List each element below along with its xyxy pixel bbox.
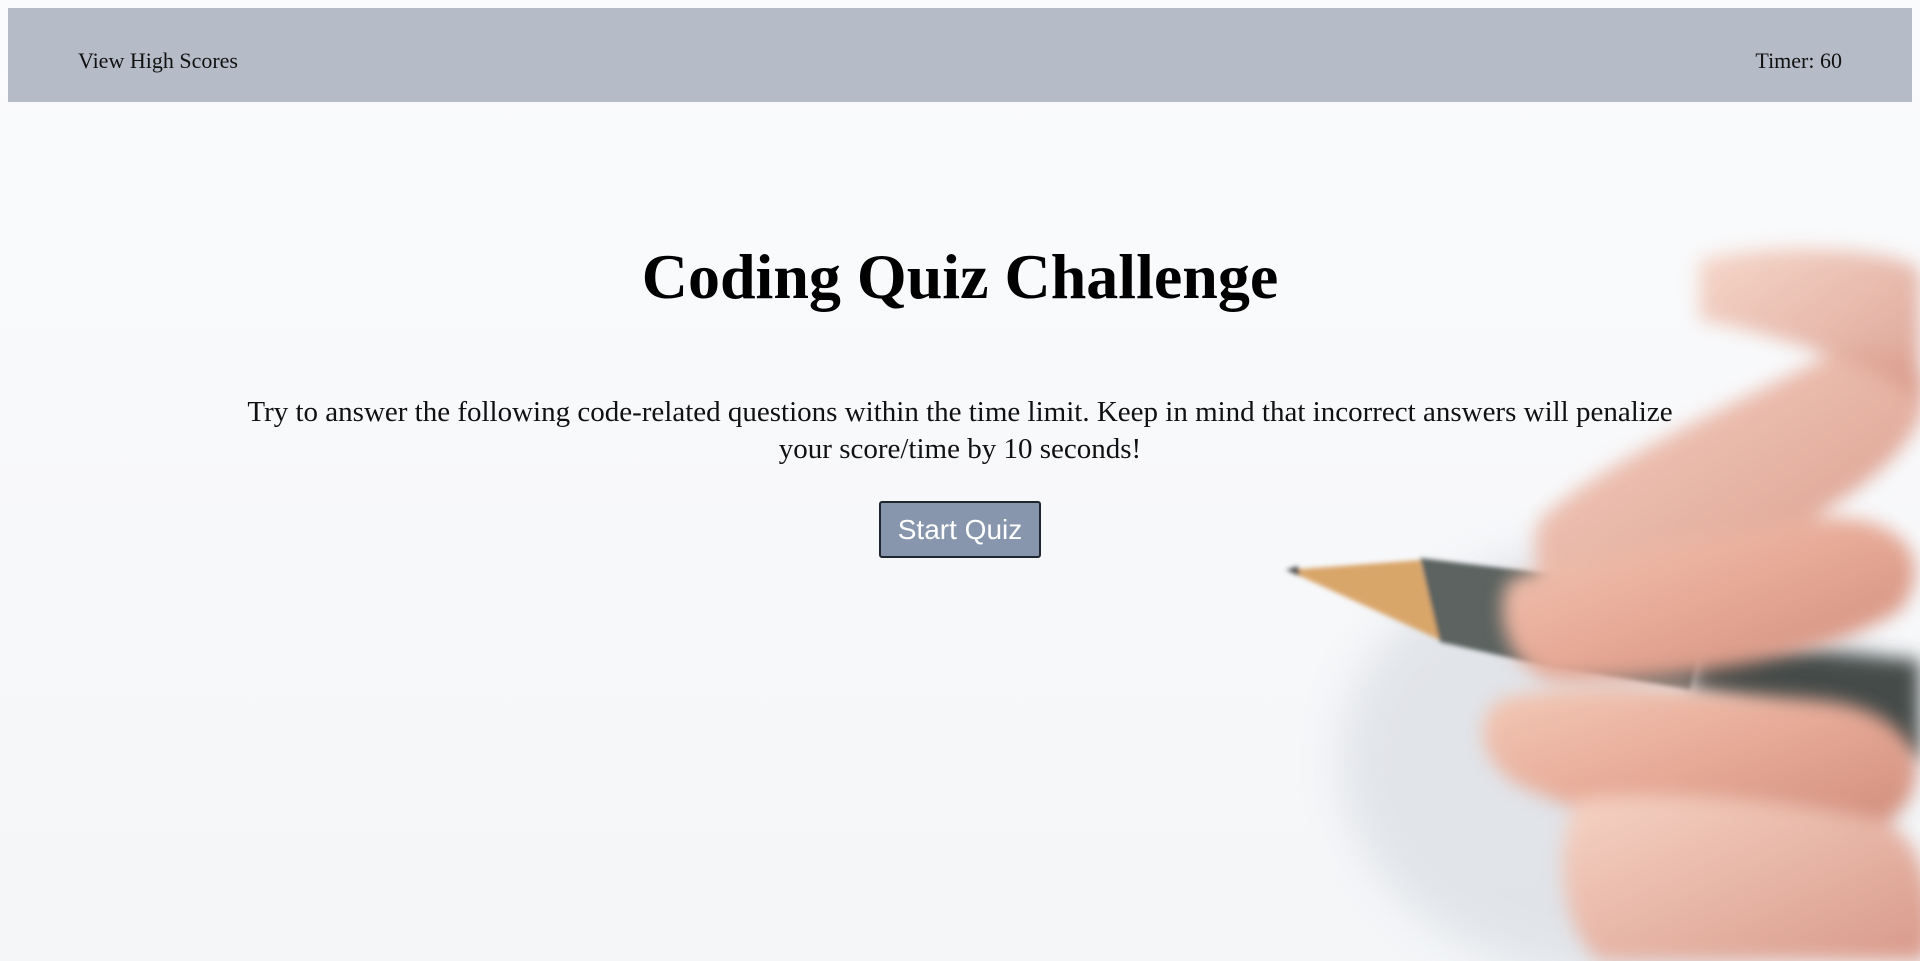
quiz-instructions: Try to answer the following code-related… [247, 396, 1673, 465]
view-high-scores-link[interactable]: View High Scores [78, 48, 238, 74]
start-quiz-button[interactable]: Start Quiz [879, 501, 1041, 558]
quiz-page: View High Scores Timer: 60 Coding Quiz C… [0, 0, 1920, 961]
page-title: Coding Quiz Challenge [641, 241, 1279, 312]
hand-holding-pencil-image [1286, 249, 1920, 961]
top-bar: View High Scores Timer: 60 [8, 8, 1912, 102]
timer-display: Timer: 60 [1755, 48, 1842, 73]
